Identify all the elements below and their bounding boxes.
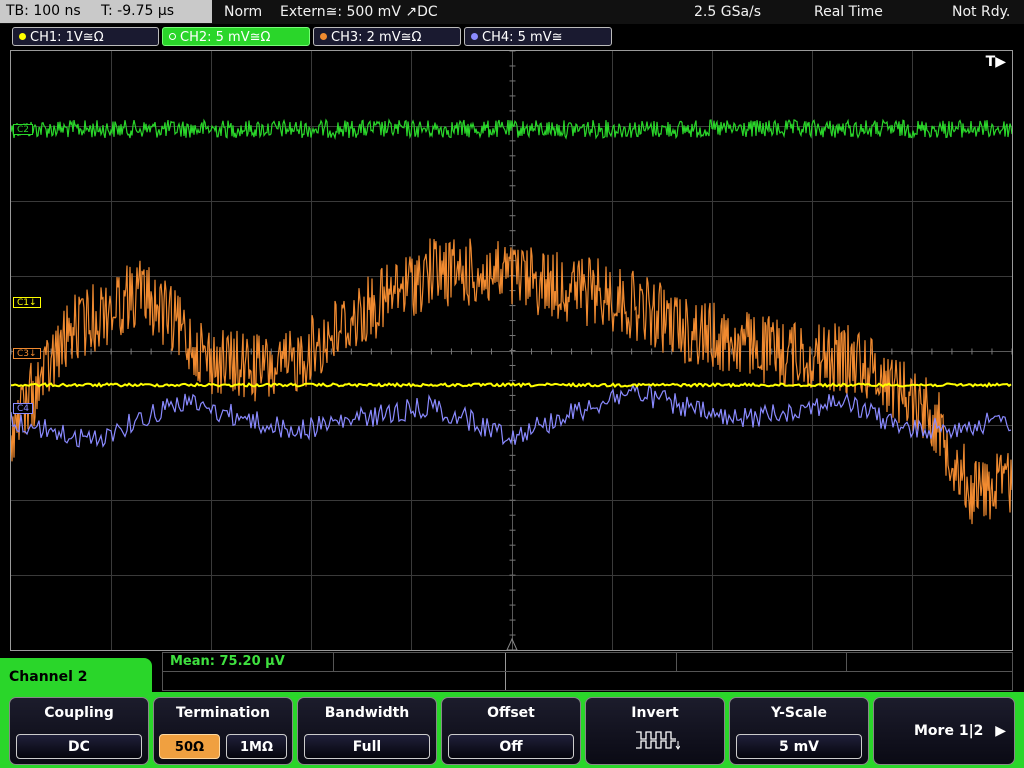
waveform-display[interactable]: T▶ C2 C1↓ C3↓ C4 <box>10 50 1013 651</box>
yscale-title: Y-Scale <box>770 705 827 721</box>
tab-ch1[interactable]: CH1: 1V≅Ω <box>12 27 159 46</box>
trigger-marker: T▶ <box>985 54 1006 70</box>
invert-waveform-icon <box>636 731 680 750</box>
coupling-softkey[interactable]: Coupling DC <box>9 697 149 765</box>
coupling-title: Coupling <box>44 705 114 721</box>
ch1-color-dot-icon <box>19 33 26 40</box>
meas-divider <box>333 653 334 672</box>
ch3-color-dot-icon <box>320 33 327 40</box>
termination-1mohm-option[interactable]: 1MΩ <box>226 734 287 759</box>
more-softkey[interactable]: More 1|2 ▶ <box>873 697 1015 765</box>
ch3-label: CH3: 2 mV≅Ω <box>331 30 422 45</box>
menu-title-tab: Channel 2 <box>0 658 152 698</box>
invert-softkey[interactable]: Invert <box>585 697 725 765</box>
bandwidth-title: Bandwidth <box>324 705 410 721</box>
yscale-value[interactable]: 5 mV <box>736 734 862 759</box>
mean-measurement: Mean: 75.20 µV <box>170 654 285 669</box>
ch4-offset-marker[interactable]: C4 <box>13 403 34 414</box>
trigger-mode[interactable]: Norm <box>224 0 262 24</box>
termination-title: Termination <box>176 705 270 721</box>
sample-rate: 2.5 GSa/s <box>694 4 762 20</box>
acquisition-mode: Real Time <box>814 4 883 20</box>
tab-ch3[interactable]: CH3: 2 mV≅Ω <box>313 27 461 46</box>
ch2-waveform <box>11 118 1012 141</box>
meas-divider <box>163 671 1012 672</box>
ch4-color-dot-icon <box>471 33 478 40</box>
ch2-label: CH2: 5 mV≅Ω <box>180 30 271 45</box>
coupling-value[interactable]: DC <box>16 734 142 759</box>
ch1-offset-marker[interactable]: C1↓ <box>13 297 41 308</box>
termination-50ohm-option[interactable]: 50Ω <box>159 734 220 759</box>
run-state: Not Rdy. <box>952 4 1011 20</box>
yscale-softkey[interactable]: Y-Scale 5 mV <box>729 697 869 765</box>
meas-divider <box>846 653 847 672</box>
ch4-waveform <box>11 383 1012 448</box>
trigger-source[interactable]: Extern≅: 500 mV ↗DC <box>280 0 438 24</box>
menu-title: Channel 2 <box>9 669 88 685</box>
measurement-bar: Mean: 75.20 µV <box>162 652 1013 691</box>
ch3-waveform <box>11 238 1012 525</box>
ch3-offset-marker[interactable]: C3↓ <box>13 348 41 359</box>
ch2-offset-marker[interactable]: C2 <box>13 124 34 135</box>
status-bar: TB: 100 ns T: -9.75 µs Norm Extern≅: 500… <box>0 0 1024 24</box>
bandwidth-value[interactable]: Full <box>304 734 430 759</box>
more-label: More 1|2 <box>914 723 984 739</box>
offset-value[interactable]: Off <box>448 734 574 759</box>
timebase-readout[interactable]: TB: 100 ns T: -9.75 µs <box>0 0 212 23</box>
tab-ch4[interactable]: CH4: 5 mV≅ <box>464 27 612 46</box>
bandwidth-softkey[interactable]: Bandwidth Full <box>297 697 437 765</box>
ch4-label: CH4: 5 mV≅ <box>482 30 563 45</box>
ch2-color-dot-icon <box>169 33 176 40</box>
meas-divider <box>676 653 677 672</box>
right-arrow-icon: ▶ <box>995 723 1006 739</box>
timebase-value: TB: 100 ns <box>6 3 81 19</box>
invert-title: Invert <box>631 705 679 721</box>
offset-softkey[interactable]: Offset Off <box>441 697 581 765</box>
graticule <box>11 51 1012 650</box>
termination-softkey[interactable]: Termination 50Ω 1MΩ <box>153 697 293 765</box>
trigger-time-value: T: -9.75 µs <box>101 3 175 19</box>
ch1-label: CH1: 1V≅Ω <box>30 30 104 45</box>
tab-ch2[interactable]: CH2: 5 mV≅Ω <box>162 27 310 46</box>
offset-title: Offset <box>487 705 535 721</box>
